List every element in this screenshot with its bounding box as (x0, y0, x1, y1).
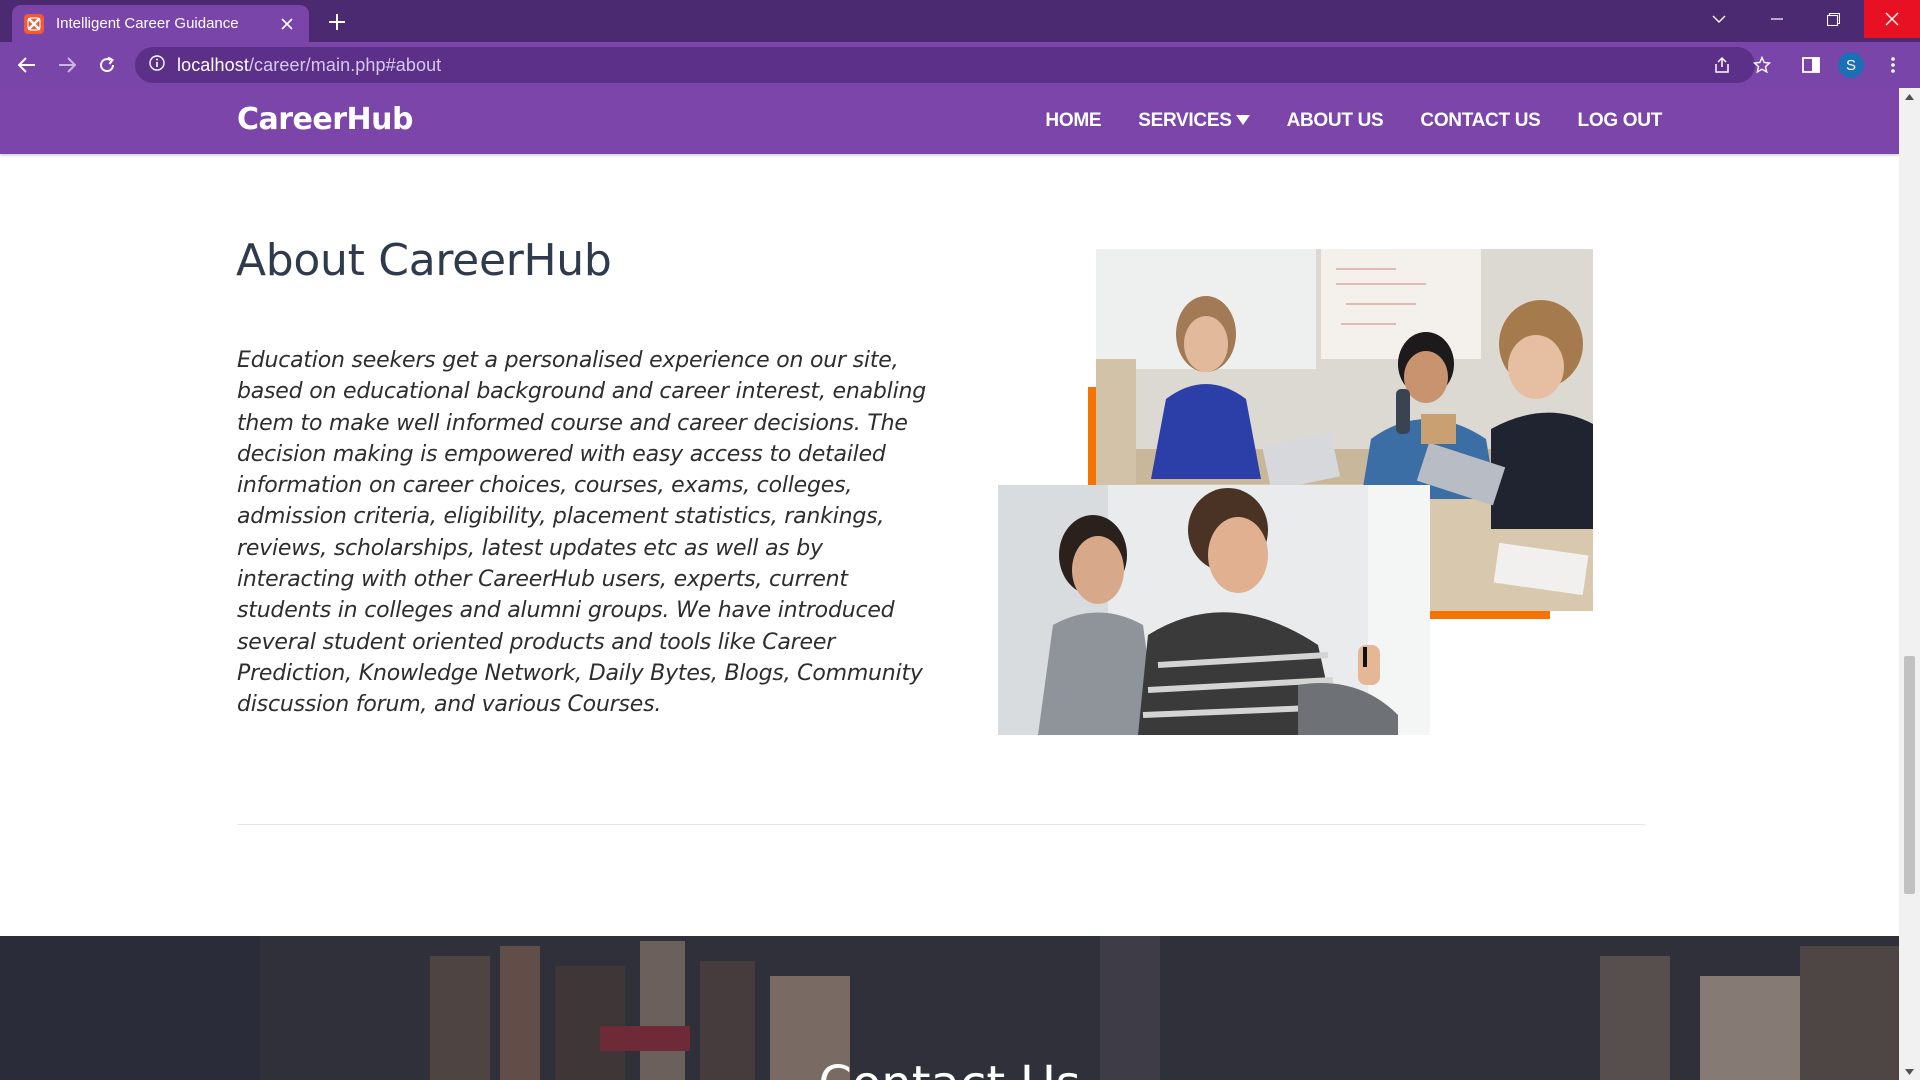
scroll-up-arrow-icon[interactable] (1899, 88, 1920, 105)
bookmark-star-icon[interactable] (1746, 49, 1778, 81)
about-description: Education seekers get a personalised exp… (237, 348, 926, 718)
scroll-thumb[interactable] (1904, 656, 1915, 894)
address-bar[interactable]: localhost/career/main.php#about (135, 47, 1755, 83)
browser-menu-icon[interactable] (1877, 49, 1909, 81)
site-info-icon[interactable] (149, 54, 165, 76)
url-path: /career/main.php#about (248, 54, 442, 75)
contact-section-banner: Contact Us (0, 936, 1899, 1080)
back-arrow-icon[interactable] (11, 49, 43, 81)
section-divider (237, 824, 1645, 825)
nav-contact[interactable]: CONTACT US (1420, 110, 1540, 132)
nav-services-label: SERVICES (1138, 110, 1232, 131)
caret-down-icon (1235, 110, 1250, 132)
url-text: localhost/career/main.php#about (177, 55, 441, 76)
tab-title: Intelligent Career Guidance (56, 15, 239, 32)
nav-services[interactable]: SERVICES (1138, 110, 1250, 132)
page-scrollbar[interactable] (1899, 88, 1920, 1080)
brand-logo[interactable]: CareerHub (237, 102, 413, 137)
whiteboard-colleagues-photo (998, 485, 1430, 735)
browser-tab-active[interactable]: Intelligent Career Guidance (12, 5, 309, 42)
tab-close-icon[interactable] (277, 14, 297, 34)
window-close-button[interactable] (1864, 0, 1920, 38)
about-title: About CareerHub (236, 235, 612, 286)
url-host: localhost (177, 54, 249, 75)
scroll-down-arrow-icon[interactable] (1899, 1063, 1920, 1080)
nav-home[interactable]: HOME (1045, 110, 1101, 132)
minimize-button[interactable] (1749, 0, 1805, 38)
tab-search-chevron-down-icon[interactable] (1691, 0, 1747, 38)
side-panel-icon[interactable] (1795, 49, 1827, 81)
browser-toolbar: localhost/career/main.php#about S (0, 42, 1920, 88)
share-icon[interactable] (1706, 49, 1738, 81)
reload-icon[interactable] (91, 49, 123, 81)
orange-accent-bar (1088, 387, 1096, 485)
profile-avatar[interactable]: S (1838, 52, 1864, 78)
nav-logout[interactable]: LOG OUT (1578, 110, 1663, 132)
nav-about[interactable]: ABOUT US (1287, 110, 1384, 132)
browser-tab-strip: Intelligent Career Guidance (0, 0, 1920, 42)
contact-title: Contact Us (0, 1056, 1899, 1080)
xampp-favicon-icon (24, 13, 44, 34)
orange-accent-underline (1430, 611, 1550, 619)
new-tab-button[interactable] (323, 8, 351, 36)
forward-arrow-icon[interactable] (51, 49, 83, 81)
nav-links: HOME SERVICES ABOUT US CONTACT US LOG OU… (1008, 88, 1662, 154)
restore-button[interactable] (1805, 0, 1861, 38)
site-navbar: CareerHub HOME SERVICES ABOUT US CONTACT… (0, 88, 1899, 154)
page-viewport: CareerHub HOME SERVICES ABOUT US CONTACT… (0, 88, 1899, 1080)
